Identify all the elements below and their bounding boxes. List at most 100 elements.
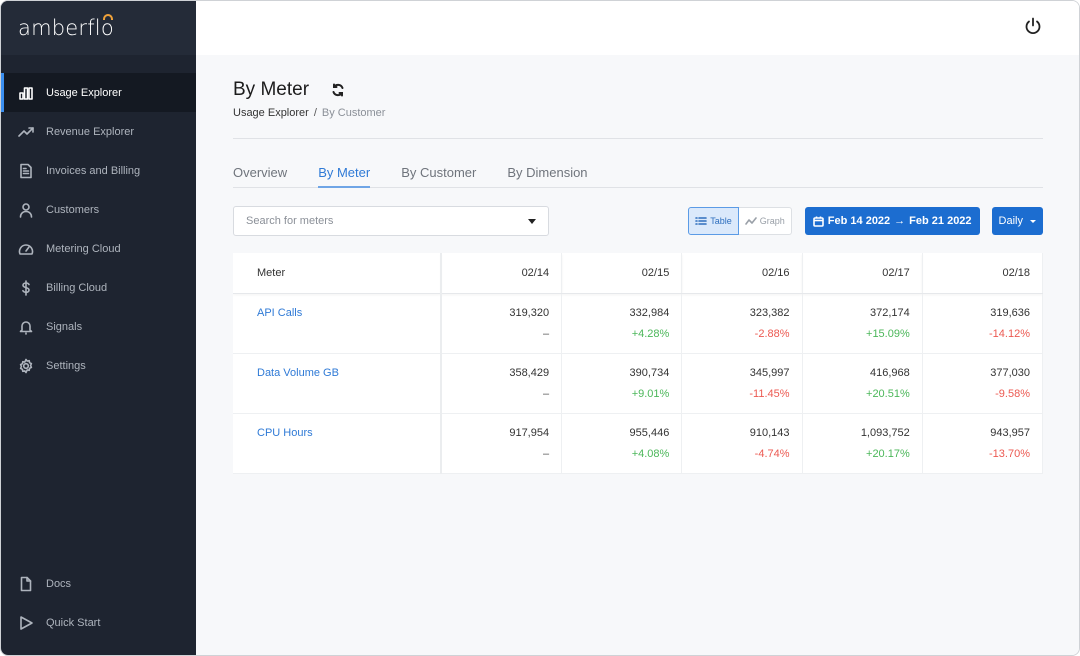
logo-text: amberflo [18, 16, 114, 40]
dollar-icon [18, 279, 34, 296]
change-percent: +4.28% [631, 327, 670, 340]
amberflo-logo[interactable]: amberflo [18, 14, 114, 40]
sidebar-item-quick-start[interactable]: Quick Start [1, 603, 196, 642]
trending-up-icon [18, 124, 34, 140]
sidebar-item-label: Revenue Explorer [46, 125, 135, 138]
sidebar-item-docs[interactable]: Docs [1, 564, 196, 603]
logo-accent [102, 14, 113, 20]
toolbar: Table Graph Feb 14 2022 → Feb 21 2022 Da… [233, 206, 1043, 236]
value-cell: 319,320 – [441, 293, 563, 353]
power-icon[interactable] [1024, 17, 1042, 40]
column-header-meter[interactable]: Meter [233, 253, 443, 294]
meter-link[interactable]: API Calls [257, 307, 302, 319]
bell-icon [18, 319, 34, 335]
search-input[interactable] [246, 215, 486, 227]
play-icon [18, 615, 34, 631]
page-content: By Meter Usage Explorer / By Customer Over… [196, 79, 1079, 474]
value-cell: 955,446 +4.08% [561, 413, 683, 473]
usage-value: 319,320 [509, 306, 550, 319]
list-icon [695, 217, 708, 225]
calendar-icon [812, 216, 824, 227]
sidebar-item-label: Usage Explorer [46, 86, 122, 99]
main-content: By Meter Usage Explorer / By Customer Over… [196, 1, 1079, 655]
tab-overview[interactable]: Overview [233, 156, 287, 187]
column-header-date[interactable]: 02/17 [802, 253, 923, 294]
bar-chart-icon [18, 85, 34, 101]
column-header-date[interactable]: 02/15 [561, 253, 683, 294]
usage-value: 358,429 [509, 366, 550, 379]
value-cell: 372,174 +15.09% [802, 293, 923, 353]
logo-area: amberflo [1, 1, 196, 55]
sidebar-nav: Usage Explorer Revenue Explorer Invoices… [1, 73, 196, 385]
sidebar-item-signals[interactable]: Signals [1, 307, 196, 346]
tab-by-meter[interactable]: By Meter [318, 156, 371, 188]
meter-cell: Data Volume GB [233, 353, 443, 413]
column-header-date[interactable]: 02/18 [922, 253, 1043, 294]
usage-value: 377,030 [990, 366, 1030, 379]
usage-value: 372,174 [869, 306, 910, 319]
change-percent: -13.70% [989, 447, 1030, 460]
change-percent: – [542, 447, 550, 460]
usage-value: 910,143 [749, 426, 790, 439]
header-divider [233, 138, 1043, 139]
sidebar-item-billing-cloud[interactable]: Billing Cloud [1, 268, 196, 307]
sidebar-item-label: Docs [46, 577, 72, 590]
tab-by-customer[interactable]: By Customer [401, 156, 476, 187]
breadcrumb-parent[interactable]: Usage Explorer [233, 107, 309, 119]
sidebar-item-label: Invoices and Billing [46, 164, 141, 177]
value-cell: 377,030 -9.58% [922, 353, 1043, 413]
tab-by-dimension[interactable]: By Dimension [507, 156, 587, 187]
value-cell: 390,734 +9.01% [561, 353, 683, 413]
usage-value: 943,957 [990, 426, 1030, 439]
usage-value: 917,954 [509, 426, 550, 439]
sidebar: amberflo Usage Explorer Revenue Explorer… [1, 1, 196, 655]
refresh-icon[interactable] [331, 83, 345, 97]
sidebar-item-invoices-and-billing[interactable]: Invoices and Billing [1, 151, 196, 190]
value-cell: 416,968 +20.51% [802, 353, 923, 413]
table-view-button[interactable]: Table [688, 207, 739, 235]
sidebar-item-customers[interactable]: Customers [1, 190, 196, 229]
column-header-date[interactable]: 02/14 [441, 253, 563, 294]
meter-link[interactable]: Data Volume GB [257, 367, 339, 379]
value-cell: 358,429 – [441, 353, 563, 413]
change-percent: -2.88% [754, 327, 790, 340]
change-percent: +15.09% [866, 327, 910, 340]
graph-view-button[interactable]: Graph [738, 207, 792, 235]
meter-link[interactable]: CPU Hours [257, 427, 313, 439]
interval-label: Daily [998, 215, 1023, 227]
meter-search-select[interactable] [233, 206, 549, 236]
graph-view-label: Graph [759, 216, 785, 226]
interval-dropdown[interactable]: Daily [991, 207, 1043, 235]
gear-icon [18, 358, 34, 374]
value-cell: 943,957 -13.70% [922, 413, 1043, 473]
sidebar-item-label: Billing Cloud [46, 281, 108, 294]
usage-value: 1,093,752 [860, 426, 910, 439]
sidebar-item-label: Quick Start [46, 616, 101, 629]
change-percent: +20.17% [866, 447, 910, 460]
table-row: Data Volume GB 358,429 – 390,734 +9.01% 345,9… [233, 353, 1043, 413]
sidebar-item-settings[interactable]: Settings [1, 346, 196, 385]
app-window: amberflo Usage Explorer Revenue Explorer… [0, 0, 1080, 656]
change-percent: +9.01% [631, 387, 670, 400]
value-cell: 345,997 -11.45% [681, 353, 803, 413]
tabs: Overview By Meter By Customer By Dimensi… [233, 156, 1043, 188]
title-row: By Meter [233, 79, 1043, 101]
sidebar-item-usage-explorer[interactable]: Usage Explorer [1, 73, 196, 112]
sidebar-item-revenue-explorer[interactable]: Revenue Explorer [1, 112, 196, 151]
date-from: Feb 14 2022 [827, 215, 891, 227]
meter-table-container: Meter 02/14 02/15 02/16 02/17 02/18 API … [233, 253, 1043, 474]
table-view-label: Table [710, 216, 732, 226]
date-range-button[interactable]: Feb 14 2022 → Feb 21 2022 [804, 207, 980, 235]
change-percent: -11.45% [749, 387, 790, 400]
sidebar-item-label: Settings [46, 359, 86, 372]
usage-value: 390,734 [629, 366, 670, 379]
change-percent: -4.74% [754, 447, 790, 460]
sidebar-item-label: Customers [46, 203, 100, 216]
usage-value: 416,968 [869, 366, 910, 379]
file-icon [18, 576, 34, 592]
column-header-date[interactable]: 02/16 [681, 253, 803, 294]
caret-down-icon[interactable] [528, 218, 536, 224]
sidebar-item-metering-cloud[interactable]: Metering Cloud [1, 229, 196, 268]
sidebar-bottom-nav: Docs Quick Start [1, 564, 196, 642]
value-cell: 917,954 – [441, 413, 563, 473]
